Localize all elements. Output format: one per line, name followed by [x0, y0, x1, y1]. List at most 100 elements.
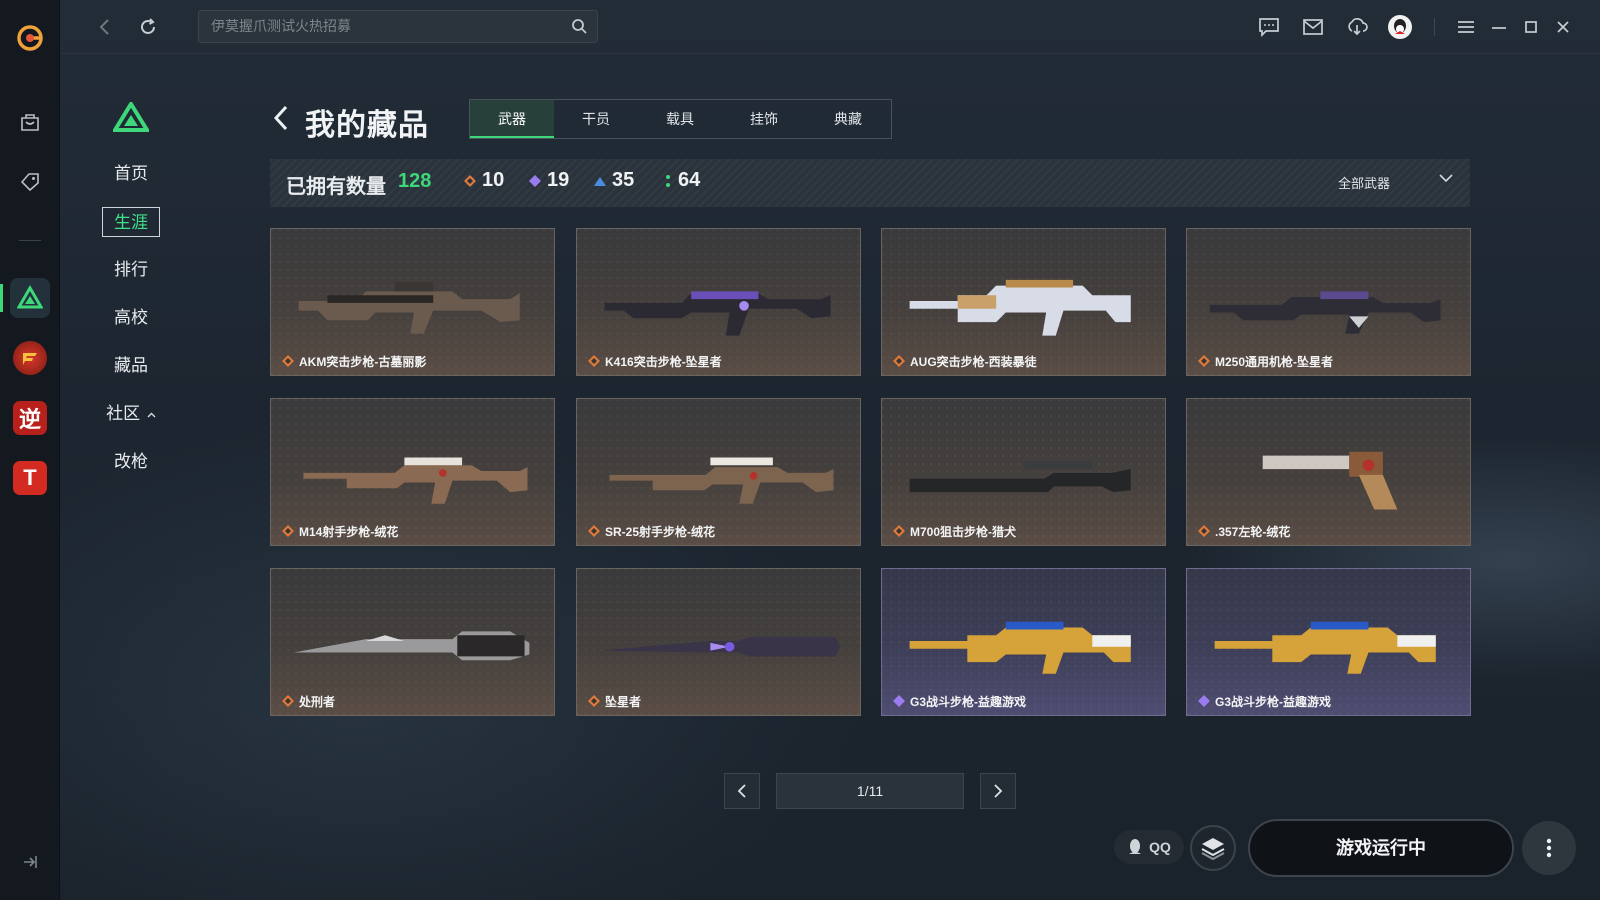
item-card[interactable]: M250通用机枪-坠星者 — [1186, 228, 1471, 376]
app-logo-icon[interactable] — [10, 18, 50, 58]
weapon-image — [1262, 451, 1398, 510]
delta-force-logo-icon — [111, 100, 151, 137]
purple-rarity-diamond-icon — [1198, 695, 1210, 707]
tier-count-orange: 10 — [464, 169, 504, 192]
maximize-icon[interactable] — [1518, 14, 1544, 40]
item-name: AKM突击步枪-古墓丽影 — [299, 355, 427, 369]
orange-rarity-diamond-icon — [893, 355, 905, 367]
item-card[interactable]: 坠星者 — [576, 568, 861, 716]
item-name: SR-25射手步枪-绒花 — [605, 525, 716, 539]
game-icon-t[interactable]: T — [10, 458, 50, 498]
tab-weapons[interactable]: 武器 — [470, 100, 554, 138]
weapon-image — [298, 281, 520, 334]
tab-operators[interactable]: 干员 — [554, 100, 638, 138]
rail-divider — [19, 240, 41, 241]
item-card[interactable]: M700狙击步枪-猎犬 — [881, 398, 1166, 546]
refresh-icon[interactable] — [135, 14, 161, 40]
purple-diamond-icon — [529, 174, 541, 187]
orange-rarity-diamond-icon — [1198, 525, 1210, 537]
close-icon[interactable] — [1550, 14, 1576, 40]
avatar[interactable] — [1387, 14, 1413, 40]
game-running-button[interactable]: 游戏运行中 — [1248, 819, 1514, 877]
orange-rarity-diamond-icon — [1198, 355, 1210, 367]
search-box[interactable] — [198, 10, 598, 43]
item-card[interactable]: AUG突击步枪-西装暴徒 — [881, 228, 1166, 376]
tab-archive[interactable]: 典藏 — [806, 100, 890, 138]
item-card[interactable]: .357左轮-绒花 — [1186, 398, 1471, 546]
owned-label: 已拥有数量 — [286, 176, 386, 198]
back-arrow-icon[interactable] — [272, 104, 296, 132]
orange-rarity-diamond-icon — [282, 355, 294, 367]
chevron-left-icon — [737, 784, 746, 798]
menu-item-school[interactable]: 高校 — [102, 303, 160, 333]
menu-item-career[interactable]: 生涯 — [102, 207, 160, 237]
qq-button[interactable]: QQ — [1114, 830, 1184, 864]
item-card[interactable]: AKM突击步枪-古墓丽影 — [270, 228, 555, 376]
tier-count-blue: 35 — [594, 169, 634, 192]
minimize-icon[interactable] — [1486, 14, 1512, 40]
item-card[interactable]: SR-25射手步枪-绒花 — [576, 398, 861, 546]
item-card[interactable]: G3战斗步枪-益趣游戏 — [1186, 568, 1471, 716]
item-name: 坠星者 — [605, 695, 642, 709]
item-name: 处刑者 — [299, 695, 336, 709]
tab-vehicles[interactable]: 载具 — [638, 100, 722, 138]
weapon-image — [604, 291, 831, 336]
tab-charms[interactable]: 挂饰 — [722, 100, 806, 138]
layers-icon — [1201, 838, 1225, 860]
weapon-image — [909, 279, 1131, 336]
mail-icon[interactable] — [1300, 14, 1326, 40]
orange-rarity-diamond-icon — [282, 525, 294, 537]
search-input[interactable] — [211, 18, 551, 34]
store-bag-icon[interactable] — [10, 102, 50, 142]
item-name: G3战斗步枪-益趣游戏 — [910, 695, 1027, 709]
qq-penguin-icon — [1129, 839, 1142, 854]
category-tabs: 武器 干员 载具 挂饰 典藏 — [469, 99, 892, 139]
weapon-image — [609, 457, 834, 504]
wegame-button[interactable] — [1190, 825, 1236, 871]
search-icon[interactable] — [571, 18, 587, 39]
item-name: M250通用机枪-坠星者 — [1215, 355, 1334, 369]
crossfire-game-icon[interactable] — [10, 338, 50, 378]
rail-active-indicator — [0, 284, 3, 312]
tag-icon[interactable] — [10, 162, 50, 202]
item-name: AUG突击步枪-西装暴徒 — [910, 355, 1037, 369]
more-options-button[interactable] — [1522, 821, 1576, 875]
item-card[interactable]: 处刑者 — [270, 568, 555, 716]
chevron-up-icon — [147, 412, 156, 418]
tier-count-green: 64 — [664, 169, 700, 192]
top-bar — [60, 0, 1600, 54]
collapse-rail-icon[interactable] — [10, 842, 50, 882]
item-card[interactable]: M14射手步枪-绒花 — [270, 398, 555, 546]
prev-page-button[interactable] — [724, 773, 760, 809]
next-page-button[interactable] — [980, 773, 1016, 809]
tier-count-green-value: 64 — [678, 169, 701, 191]
tier-count-purple-value: 19 — [547, 169, 570, 191]
page-indicator: 1/11 — [776, 773, 964, 809]
item-card[interactable]: G3战斗步枪-益趣游戏 — [881, 568, 1166, 716]
orange-diamond-icon — [464, 174, 476, 187]
menu-item-home[interactable]: 首页 — [102, 159, 160, 189]
item-name: M700狙击步枪-猎犬 — [910, 525, 1017, 539]
left-rail: 逆 T — [0, 0, 60, 900]
menu-item-ranking[interactable]: 排行 — [102, 255, 160, 285]
delta-game-icon[interactable] — [10, 278, 50, 318]
chevron-down-icon[interactable] — [1438, 173, 1454, 183]
item-card[interactable]: K416突击步枪-坠星者 — [576, 228, 861, 376]
weapon-image — [303, 457, 528, 504]
tier-count-purple: 19 — [529, 169, 569, 192]
item-name: K416突击步枪-坠星者 — [605, 355, 722, 369]
download-icon[interactable] — [1344, 14, 1370, 40]
menu-item-community[interactable]: 社区 — [102, 399, 160, 429]
more-vertical-icon — [1546, 838, 1552, 858]
chat-icon[interactable] — [1256, 14, 1282, 40]
menu-icon[interactable] — [1453, 14, 1479, 40]
weapon-image — [909, 621, 1131, 674]
tier-count-blue-value: 35 — [612, 169, 635, 191]
menu-item-gunsmith[interactable]: 改枪 — [102, 447, 160, 477]
item-name: G3战斗步枪-益趣游戏 — [1215, 695, 1332, 709]
back-nav-icon[interactable] — [92, 14, 118, 40]
menu-item-collection[interactable]: 藏品 — [102, 351, 160, 381]
weapon-filter-dropdown[interactable]: 全部武器 — [1338, 173, 1390, 192]
stats-bar: 已拥有数量 128 10 19 35 64 全部武器 — [270, 159, 1470, 207]
game-icon-ni[interactable]: 逆 — [10, 398, 50, 438]
